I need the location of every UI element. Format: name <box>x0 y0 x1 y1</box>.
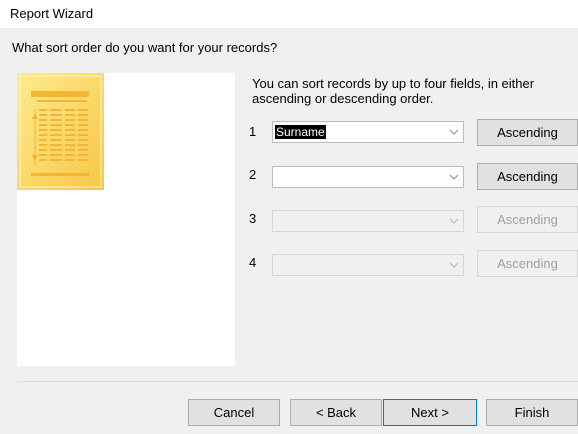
sort-order-3-button: Ascending <box>477 206 578 233</box>
sort-order-2-button[interactable]: Ascending <box>477 163 578 190</box>
sort-row-3-number: 3 <box>249 211 257 226</box>
window-title: Report Wizard <box>10 6 94 21</box>
title-bar: Report Wizard <box>0 0 578 28</box>
sort-field-2-combo[interactable] <box>272 166 464 188</box>
report-preview-icon <box>17 73 104 190</box>
finish-button[interactable]: Finish <box>486 399 578 426</box>
footer-separator <box>17 381 578 382</box>
preview-panel <box>17 73 235 366</box>
sort-field-1-combo[interactable]: Surname <box>272 121 464 143</box>
sort-field-4-combo <box>272 254 464 276</box>
next-button[interactable]: Next > <box>383 399 477 426</box>
sort-row-1-number: 1 <box>249 124 257 139</box>
wizard-question: What sort order do you want for your rec… <box>12 40 278 55</box>
back-button[interactable]: < Back <box>290 399 382 426</box>
sort-row-4-number: 4 <box>249 255 257 270</box>
sort-order-1-button[interactable]: Ascending <box>477 119 578 146</box>
sort-field-3-combo <box>272 210 464 232</box>
sort-order-4-button: Ascending <box>477 250 578 277</box>
cancel-button[interactable]: Cancel <box>188 399 280 426</box>
sort-field-1-value: Surname <box>275 125 326 139</box>
instructions-text: You can sort records by up to four field… <box>252 76 535 106</box>
sort-row-2-number: 2 <box>249 167 257 182</box>
chevron-down-icon <box>449 262 459 268</box>
chevron-down-icon <box>449 218 459 224</box>
chevron-down-icon <box>449 129 459 135</box>
chevron-down-icon <box>449 174 459 180</box>
